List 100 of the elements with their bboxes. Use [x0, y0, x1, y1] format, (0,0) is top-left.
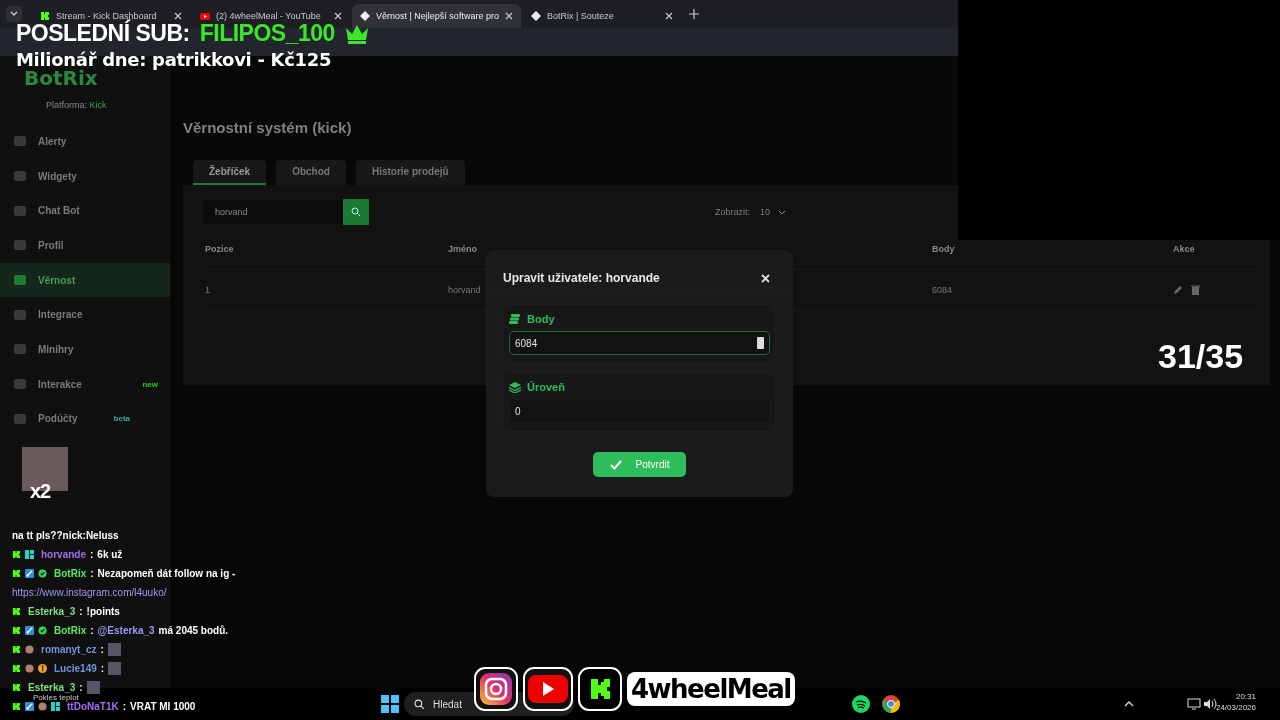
kick-icon [40, 11, 50, 21]
chat-message: Nezapomeň dát follow na ig - [97, 568, 236, 579]
close-icon[interactable] [504, 12, 513, 20]
sidebar-item[interactable]: Podúčty beta [0, 401, 170, 437]
input-field[interactable]: 0 [509, 399, 770, 423]
check-icon [609, 459, 622, 470]
avatar-badge-icon [25, 664, 34, 673]
platform-label: Platforma: [46, 100, 87, 110]
close-icon[interactable] [174, 12, 182, 20]
search-icon [414, 698, 425, 710]
avatar-badge-icon [25, 645, 34, 654]
play-logo-icon [523, 667, 573, 711]
browser-tab[interactable]: Věrnost | Nejlepší software pro [352, 4, 521, 28]
table-cell-text: horvand [448, 285, 482, 295]
chevron-up-icon[interactable] [1124, 701, 1134, 707]
table-cell-text: 6084 [932, 285, 954, 295]
close-icon[interactable] [664, 12, 673, 20]
column-header: Jméno [448, 244, 478, 254]
kick-badge-icon [12, 550, 21, 559]
sidebar-item[interactable]: Chat Bot [0, 193, 170, 229]
last-sub-name: FILIPOS_100 [199, 20, 335, 47]
kick-badge-icon [12, 626, 21, 635]
sidebar-item[interactable]: Věrnost [0, 262, 170, 298]
status-label: new [142, 379, 158, 389]
chat-mention[interactable]: @Esterka_3 [97, 625, 155, 636]
dialog-title: Upravit uživatele: horvande [503, 271, 660, 285]
kick-badge-icon [12, 683, 21, 692]
chat-separator: : [100, 644, 104, 655]
chat-separator: : [122, 701, 126, 712]
sidebar-item[interactable]: Widgety [0, 158, 170, 194]
start-icon[interactable] [381, 695, 399, 713]
input-field[interactable]: 6084 [509, 331, 770, 355]
diamond-icon [360, 11, 370, 21]
column-header: Body [932, 244, 956, 254]
search-field[interactable]: horvand [203, 200, 343, 224]
kick-badge-icon [12, 702, 21, 711]
clock-time[interactable]: 20:31 [1235, 692, 1256, 701]
play-icon [200, 11, 210, 21]
show-label: Zobrazit: [715, 207, 750, 217]
crown-icon [344, 23, 369, 44]
new-tab-icon[interactable] [688, 9, 699, 19]
chat-username[interactable]: Esterka_3 [28, 606, 76, 617]
coins-icon [509, 313, 521, 325]
speaker-icon[interactable] [1203, 698, 1217, 710]
chevron-down-icon [10, 11, 18, 17]
subscriber-badge-icon [51, 702, 60, 711]
music-app-icon[interactable] [852, 695, 870, 713]
avatar-badge-icon [38, 702, 47, 711]
chat-username[interactable]: BotRix [54, 568, 87, 579]
field-label: Úroveň [527, 381, 565, 393]
chat-username[interactable]: Lucie149 [54, 663, 97, 674]
sidebar-item[interactable]: Interakce new [0, 366, 170, 402]
table-cell-text: 1 [205, 285, 211, 295]
close-icon[interactable] [761, 273, 770, 283]
chat-separator: : [90, 568, 94, 579]
browser-tab[interactable]: BotRix | Souteze [522, 4, 681, 28]
monitor-icon[interactable] [1187, 698, 1201, 710]
chat-separator: : [100, 663, 105, 674]
chat-username[interactable]: BotRix [54, 625, 87, 636]
page-size-select[interactable]: 10 [760, 207, 787, 217]
coin-badge-icon [38, 664, 47, 673]
tab[interactable]: Historie prodejů [355, 160, 465, 185]
trash-icon[interactable] [1191, 285, 1200, 295]
sword-badge-icon [25, 569, 34, 578]
chat-link[interactable]: https://www.instagram.com/l4uuko/ [12, 587, 167, 598]
status-label: beta [113, 414, 130, 424]
diamond-icon [530, 11, 541, 21]
camera-logo-icon [474, 667, 518, 711]
channel-name: 4wheelMeal [627, 672, 795, 706]
tab[interactable]: Obchod [276, 160, 346, 185]
search-icon [351, 207, 361, 217]
platform-value: Kick [89, 100, 107, 110]
sidebar-item[interactable]: Integrace [0, 297, 170, 333]
clock-date[interactable]: 24/03/2026 [1215, 703, 1256, 712]
close-icon[interactable] [334, 12, 342, 20]
chat-username[interactable]: romanyt_cz [41, 644, 97, 655]
sidebar-item[interactable]: Profil [0, 228, 170, 263]
layers-icon [509, 381, 521, 393]
chat-separator: : [79, 682, 83, 693]
pencil-icon[interactable] [1173, 285, 1183, 295]
tab[interactable]: Žebříček [193, 160, 267, 185]
chat-message: na tt pls??nick:Neluss [12, 530, 119, 541]
chat-message: 6k už [97, 549, 123, 560]
search-button[interactable] [343, 199, 369, 225]
chat-username[interactable]: ttDoNaT1K [67, 701, 119, 712]
chat-message: má 2045 bodů. [158, 625, 229, 636]
chat-username[interactable]: horvande [41, 549, 86, 560]
verified-badge-icon [38, 569, 47, 578]
field-label: Body [527, 313, 555, 325]
chevron-down-icon [778, 209, 787, 215]
chat-username[interactable]: Esterka_3 [28, 682, 76, 693]
emote-placeholder [108, 662, 122, 675]
sidebar-item[interactable]: Minihry [0, 332, 170, 367]
goal-counter: 31/35 [1158, 337, 1244, 376]
sword-badge-icon [25, 626, 34, 635]
sidebar-item[interactable]: Alerty [0, 124, 170, 159]
column-header: Pozice [205, 244, 235, 254]
page-title: Věrnostní systém (kick) [183, 119, 353, 136]
browser-icon[interactable] [882, 695, 900, 713]
column-header: Akce [1173, 244, 1196, 254]
